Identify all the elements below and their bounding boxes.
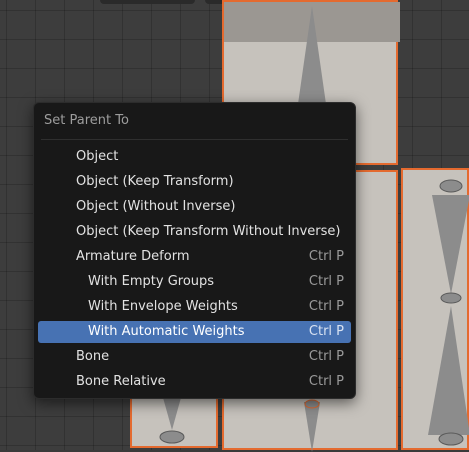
menu-item-label: Armature Deform xyxy=(76,249,190,264)
menu-item-object-without-inverse[interactable]: Object (Without Inverse) xyxy=(38,196,351,218)
menu-item-shortcut: Ctrl P xyxy=(308,274,344,289)
menu-item-shortcut: Ctrl P xyxy=(308,249,344,264)
menu-item-label: With Envelope Weights xyxy=(88,299,238,314)
menu-title: Set Parent To xyxy=(44,113,129,128)
menu-item-shortcut: Ctrl P xyxy=(308,299,344,314)
menu-item-bone[interactable]: Bone Ctrl P xyxy=(38,346,351,368)
bone-body xyxy=(162,394,182,430)
mesh-panel-right[interactable] xyxy=(401,168,469,450)
bone-head-joint xyxy=(439,179,463,193)
bone-mid-joint xyxy=(440,292,462,304)
menu-item-with-automatic-weights[interactable]: With Automatic Weights Ctrl P xyxy=(38,321,351,343)
bone-shape xyxy=(159,394,185,444)
menu-item-with-empty-groups[interactable]: With Empty Groups Ctrl P xyxy=(38,271,351,293)
set-parent-menu: Set Parent To Object Object (Keep Transf… xyxy=(33,102,356,399)
bone-shape xyxy=(428,179,469,446)
menu-item-shortcut: Ctrl P xyxy=(308,349,344,364)
bone-joint xyxy=(159,430,185,444)
menu-item-armature-deform[interactable]: Armature Deform Ctrl P xyxy=(38,246,351,268)
menu-item-object-keep-transform[interactable]: Object (Keep Transform) xyxy=(38,171,351,193)
menu-item-object-keep-transform-without-inverse[interactable]: Object (Keep Transform Without Inverse) xyxy=(38,221,351,243)
bone-joint xyxy=(304,399,320,409)
menu-item-bone-relative[interactable]: Bone Relative Ctrl P xyxy=(38,371,351,393)
bone-tail-joint xyxy=(438,432,464,446)
menu-item-label: Object (Keep Transform Without Inverse) xyxy=(76,224,341,239)
menu-item-shortcut: Ctrl P xyxy=(308,324,344,339)
bone-body-upper xyxy=(432,195,469,294)
menu-separator xyxy=(41,139,348,140)
menu-item-with-envelope-weights[interactable]: With Envelope Weights Ctrl P xyxy=(38,296,351,318)
menu-item-label: Object xyxy=(76,149,119,164)
menu-item-label: Bone Relative xyxy=(76,374,166,389)
3d-viewport[interactable]: Set Parent To Object Object (Keep Transf… xyxy=(0,0,469,452)
bone-body xyxy=(304,402,320,452)
menu-item-label: Object (Keep Transform) xyxy=(76,174,234,189)
menu-item-label: Object (Without Inverse) xyxy=(76,199,236,214)
header-toolbar-button[interactable] xyxy=(100,0,195,4)
menu-item-label: Bone xyxy=(76,349,110,364)
bone-body-lower xyxy=(428,306,469,435)
menu-item-label: With Automatic Weights xyxy=(88,324,245,339)
mesh-panel-left[interactable] xyxy=(130,392,218,448)
menu-item-label: With Empty Groups xyxy=(88,274,215,289)
menu-item-object[interactable]: Object xyxy=(38,146,351,168)
menu-item-shortcut: Ctrl P xyxy=(308,374,344,389)
